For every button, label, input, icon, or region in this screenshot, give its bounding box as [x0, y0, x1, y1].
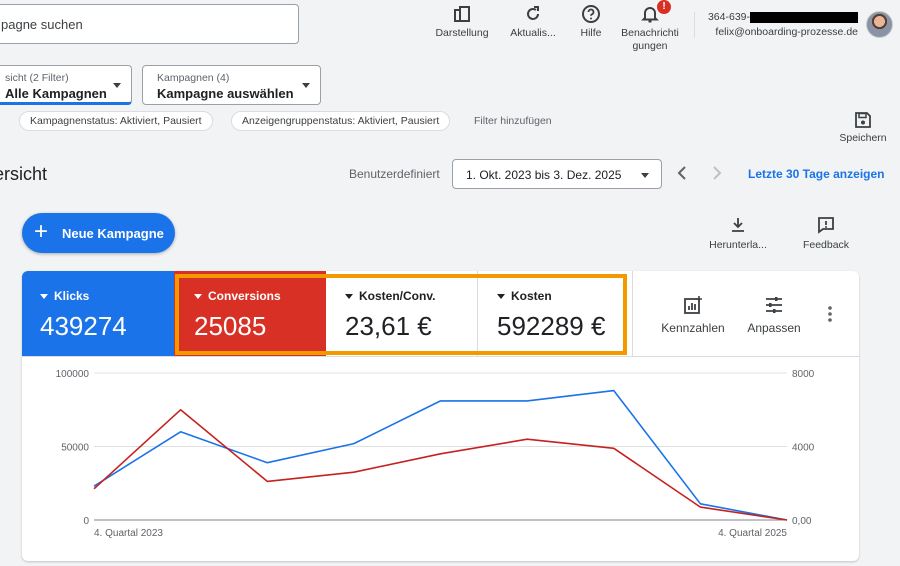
x-tick-label: 4. Quartal 2023: [94, 528, 163, 539]
campaign-select-dropdown[interactable]: Kampagnen (4) Kampagne auswählen: [142, 65, 321, 105]
y-tick-label-left: 0: [83, 516, 89, 527]
feedback-icon: [818, 217, 834, 234]
series-line-clicks: [93, 389, 788, 521]
download-label: Herunterla...: [709, 239, 767, 251]
y-tick-label-left: 100000: [56, 369, 90, 380]
avatar[interactable]: [866, 11, 893, 38]
save-button[interactable]: Speichern: [834, 111, 892, 144]
metric-name-clicks: Klicks: [40, 289, 89, 303]
date-range-picker[interactable]: 1. Okt. 2023 bis 3. Dez. 2025: [452, 159, 662, 189]
date-range-label: Benutzerdefiniert: [349, 167, 440, 181]
previous-period-button[interactable]: [676, 165, 688, 186]
account-info[interactable]: 364-639- felix@onboarding-prozesse.de: [700, 10, 858, 40]
metric-value-cost-per-conversion: 23,61 €: [345, 311, 432, 341]
notifications-button[interactable]: ! Benachrichti gungen: [614, 0, 686, 53]
metric-value-cost: 592289 €: [497, 311, 606, 341]
next-period-button[interactable]: [711, 165, 723, 186]
plus-icon: +: [34, 218, 49, 245]
caret-down-icon: [194, 294, 202, 300]
notifications-label-1: Benachrichti: [621, 27, 679, 39]
campaign-view-value: Alle Kampagnen: [5, 86, 107, 101]
refresh-icon: [527, 6, 539, 20]
campaign-view-dropdown[interactable]: sicht (2 Filter) Alle Kampagnen: [0, 65, 132, 105]
last-30-days-link[interactable]: Letzte 30 Tage anzeigen: [748, 167, 884, 181]
save-label: Speichern: [839, 132, 887, 144]
performance-card: Klicks 439274 Conversions 25085 Kosten/C…: [22, 271, 859, 561]
toolbar-divider: [694, 12, 695, 38]
card-divider: [632, 271, 633, 356]
caret-down-icon: [497, 294, 505, 300]
search-input[interactable]: pagne suchen: [0, 4, 299, 44]
save-icon: [855, 112, 871, 128]
metrics-button[interactable]: Kennzahlen: [658, 295, 728, 335]
metric-name-cost-per-conversion: Kosten/Conv.: [345, 289, 435, 303]
adjust-button[interactable]: Anpassen: [739, 295, 809, 335]
download-button[interactable]: Herunterla...: [703, 216, 773, 251]
more-options-icon[interactable]: [827, 305, 833, 323]
line-chart: 100000 50000 0 8000 4000 0,00 4. Quartal 2023 4…: [56, 369, 815, 539]
account-id: 364-639-: [707, 11, 750, 23]
chevron-left-icon: [677, 166, 686, 180]
caret-down-icon: [345, 294, 353, 300]
help-label: Hilfe: [580, 27, 602, 39]
y-tick-label-right: 0,00: [792, 516, 812, 527]
chevron-down-icon: [302, 83, 310, 88]
page-title: ersicht: [0, 164, 48, 184]
adjust-label: Anpassen: [747, 321, 801, 335]
new-campaign-button[interactable]: + Neue Kampagne: [22, 213, 175, 253]
filter-chip-campaign-status[interactable]: Kampagnenstatus: Aktiviert, Pausiert: [19, 111, 213, 131]
series-line-conversions: [93, 408, 788, 521]
date-range-value: 1. Okt. 2023 bis 3. Dez. 2025: [466, 168, 622, 182]
feedback-label: Feedback: [802, 239, 850, 251]
metric-name-cost: Kosten: [497, 289, 552, 303]
campaign-select-value: Kampagne auswählen: [157, 86, 294, 101]
metric-value-clicks: 439274: [40, 311, 127, 341]
filter-chip-adgroup-status[interactable]: Anzeigengruppenstatus: Aktiviert, Pausie…: [231, 111, 451, 131]
add-chart-icon: [684, 296, 702, 314]
download-icon: [732, 218, 744, 232]
chevron-down-icon: [113, 83, 121, 88]
metrics-label: Kennzahlen: [661, 321, 725, 335]
metric-tile-cost[interactable]: Kosten 592289 €: [478, 271, 628, 356]
help-icon: [582, 5, 600, 23]
y-tick-label-right: 4000: [792, 443, 815, 454]
account-email: felix@onboarding-prozesse.de: [715, 26, 858, 38]
redaction-bar: [750, 11, 858, 23]
refresh-label: Aktualis...: [510, 27, 556, 39]
notifications-label-2: gungen: [632, 40, 668, 52]
y-tick-label-right: 8000: [792, 369, 815, 380]
caret-down-icon: [40, 294, 48, 300]
chevron-down-icon: [641, 173, 649, 178]
feedback-button[interactable]: Feedback: [791, 216, 861, 251]
view-button[interactable]: Darstellung: [426, 4, 498, 40]
metric-value-conversions: 25085: [194, 311, 267, 341]
x-tick-label: 4. Quartal 2025: [718, 528, 787, 539]
metric-name-conversions: Conversions: [194, 289, 281, 303]
view-icon: [454, 6, 470, 22]
new-campaign-label: Neue Kampagne: [62, 226, 164, 241]
chevron-right-icon: [713, 166, 722, 180]
metric-tile-conversions[interactable]: Conversions 25085: [174, 271, 326, 356]
tune-icon: [766, 297, 782, 313]
metric-tile-cost-per-conversion[interactable]: Kosten/Conv. 23,61 €: [326, 271, 478, 356]
y-tick-label-left: 50000: [61, 443, 89, 454]
notification-badge: !: [657, 0, 671, 14]
campaign-view-caption: sicht (2 Filter): [5, 72, 69, 84]
add-filter-link[interactable]: Filter hinzufügen: [474, 115, 552, 127]
metric-tile-clicks[interactable]: Klicks 439274: [22, 271, 174, 356]
view-label: Darstellung: [435, 27, 489, 39]
campaign-select-caption: Kampagnen (4): [157, 72, 230, 84]
